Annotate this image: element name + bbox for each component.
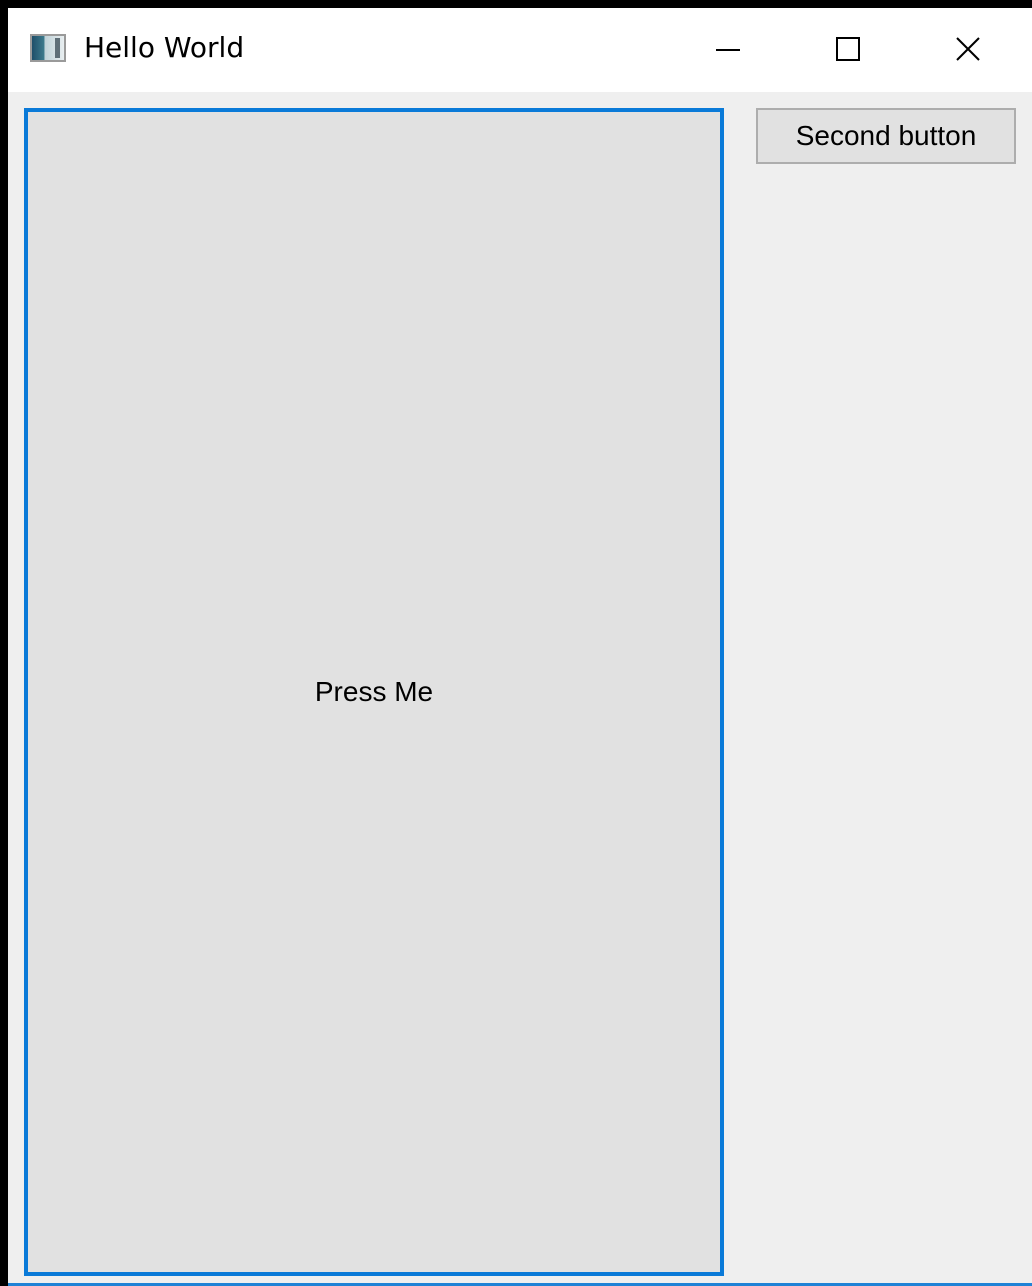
close-button[interactable] [908, 8, 1028, 92]
maximize-button[interactable] [788, 8, 908, 92]
minimize-icon [716, 49, 740, 51]
close-icon [956, 37, 980, 61]
title-bar[interactable]: Hello World [8, 8, 1032, 92]
application-window: Hello World Press Me Second button [8, 8, 1032, 1286]
maximize-icon [836, 37, 860, 61]
minimize-button[interactable] [668, 8, 788, 92]
second-button[interactable]: Second button [756, 108, 1016, 164]
window-title: Hello World [84, 31, 245, 64]
window-app-icon[interactable] [30, 34, 66, 62]
press-me-button[interactable]: Press Me [24, 108, 724, 1276]
